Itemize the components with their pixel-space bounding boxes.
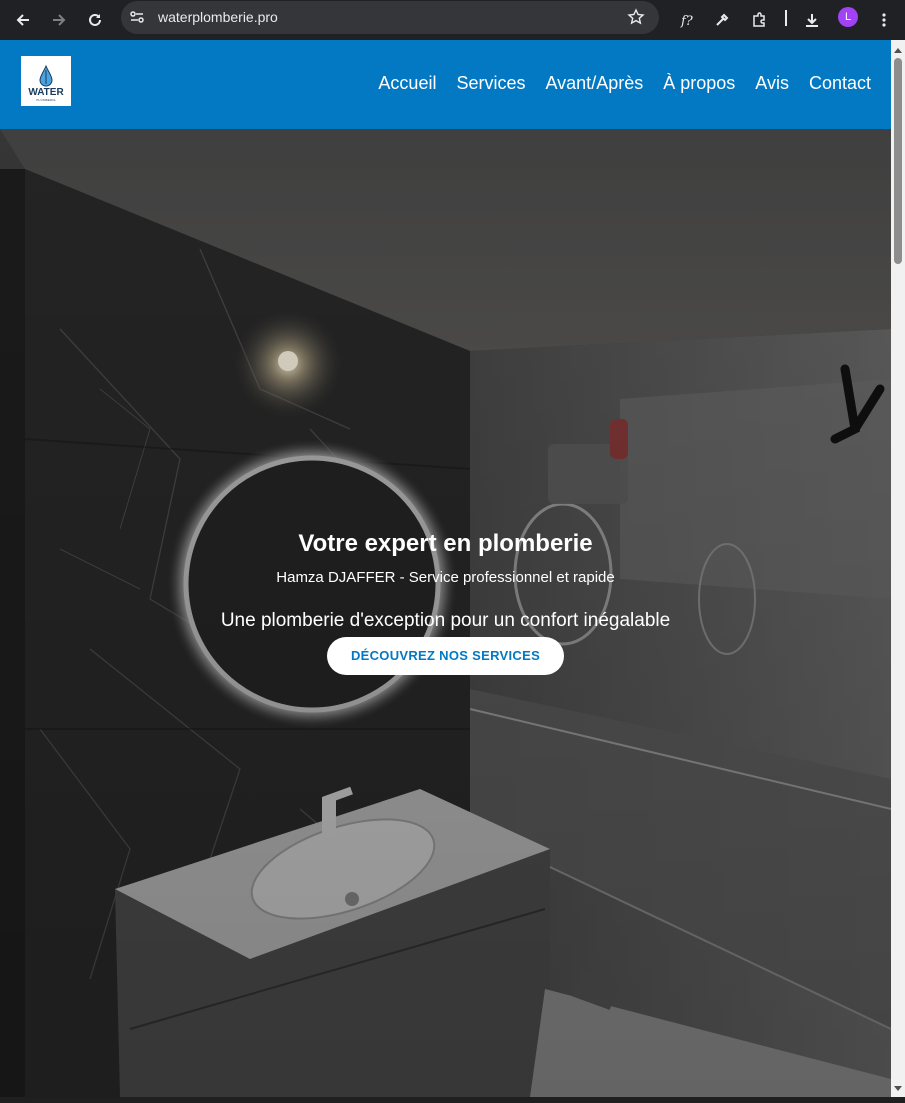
scroll-up-arrow-icon[interactable] (894, 48, 902, 53)
nav-avis[interactable]: Avis (755, 73, 789, 94)
hero-subtitle: Hamza DJAFFER - Service professionnel et… (276, 569, 615, 586)
hero-content: Votre expert en plomberie Hamza DJAFFER … (0, 529, 891, 675)
nav-contact[interactable]: Contact (809, 73, 871, 94)
tune-icon[interactable] (129, 9, 145, 30)
logo-subtext: PLOMBERIE (36, 98, 56, 102)
nav-a-propos[interactable]: À propos (663, 73, 735, 94)
forward-icon[interactable] (45, 6, 73, 34)
menu-icon[interactable] (870, 6, 898, 34)
extensions-icon[interactable] (745, 6, 773, 34)
water-drop-icon (39, 65, 53, 87)
discover-services-button[interactable]: DÉCOUVREZ NOS SERVICES (326, 637, 565, 675)
logo-word: WATER (28, 87, 64, 98)
bottom-edge (0, 1097, 905, 1103)
back-icon[interactable] (9, 6, 37, 34)
toolbar-separator (785, 10, 787, 26)
scrollbar-thumb[interactable] (894, 58, 902, 264)
browser-toolbar: waterplomberie.pro f? L (0, 0, 905, 40)
font-icon[interactable]: f? (673, 6, 701, 34)
eyedropper-icon[interactable] (708, 6, 736, 34)
nav-avant-apres[interactable]: Avant/Après (545, 73, 643, 94)
hero-section: Votre expert en plomberie Hamza DJAFFER … (0, 129, 891, 1097)
svg-text:f?: f? (680, 14, 694, 28)
reload-icon[interactable] (81, 6, 109, 34)
site-logo[interactable]: WATER PLOMBERIE (21, 56, 71, 106)
hero-tagline: Une plomberie d'exception pour un confor… (220, 610, 671, 631)
star-icon[interactable] (627, 8, 645, 31)
hero-title: Votre expert en plomberie (298, 530, 593, 557)
page-viewport: WATER PLOMBERIE Accueil Services Avant/A… (0, 40, 891, 1097)
address-bar[interactable]: waterplomberie.pro (121, 1, 659, 34)
profile-avatar[interactable]: L (838, 7, 858, 27)
site-header: WATER PLOMBERIE Accueil Services Avant/A… (0, 40, 891, 129)
main-nav: Accueil Services Avant/Après À propos Av… (378, 73, 871, 94)
page-scrollbar[interactable] (891, 40, 905, 1097)
download-icon[interactable] (798, 6, 826, 34)
url-text[interactable]: waterplomberie.pro (158, 9, 278, 25)
scroll-down-arrow-icon[interactable] (894, 1086, 902, 1091)
nav-accueil[interactable]: Accueil (378, 73, 436, 94)
nav-services[interactable]: Services (456, 73, 525, 94)
